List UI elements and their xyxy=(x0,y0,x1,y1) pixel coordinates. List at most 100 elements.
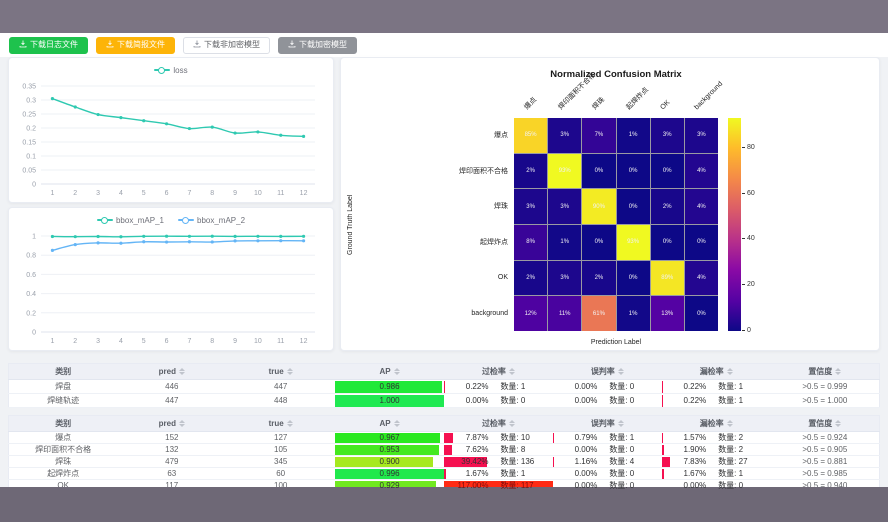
colorbar-tick: 0 xyxy=(742,327,751,334)
download-report-button[interactable]: 下载简报文件 xyxy=(96,37,175,54)
sort-caret-icon[interactable] xyxy=(394,368,400,375)
svg-text:0.6: 0.6 xyxy=(26,272,36,279)
rate-bar xyxy=(444,469,446,479)
matrix-cell: 3% xyxy=(548,261,581,296)
rate-bar xyxy=(444,433,453,443)
sort-caret-icon[interactable] xyxy=(509,368,515,375)
sort-caret-icon[interactable] xyxy=(727,368,733,375)
matrix-cell: 90% xyxy=(582,189,615,224)
legend-item-bbox_mAP_2[interactable]: bbox_mAP_2 xyxy=(178,216,245,225)
table-cell-miss: 1.90%数量: 2 xyxy=(662,444,771,456)
table-header-over[interactable]: 过检率 xyxy=(444,364,553,380)
table-cell-miss: 0.22%数量: 1 xyxy=(662,394,771,408)
svg-text:0.2: 0.2 xyxy=(26,310,36,317)
table-header-pred[interactable]: pred xyxy=(117,364,226,380)
table-row: 焊印面积不合格1321050.9537.62%数量: 80.00%数量: 01.… xyxy=(9,444,880,456)
dashboard: 下载日志文件 下载简报文件 下载非加密模型 下载加密模型 loss 00.050… xyxy=(0,0,888,522)
download-unencrypted-model-label: 下载非加密模型 xyxy=(204,41,260,49)
legend-item-bbox_mAP_1[interactable]: bbox_mAP_1 xyxy=(97,216,164,225)
confusion-matrix-grid: 85%3%7%1%3%3%2%93%0%0%0%4%3%3%90%0%2%4%8… xyxy=(514,118,718,331)
column-label: 类别 xyxy=(55,419,71,428)
sort-caret-icon[interactable] xyxy=(509,420,515,427)
table-cell-pred: 446 xyxy=(117,380,226,394)
table-cell-mis: 0.00%数量: 0 xyxy=(553,394,662,408)
sort-caret-icon[interactable] xyxy=(287,420,293,427)
svg-text:8: 8 xyxy=(210,338,214,345)
confusion-matrix-card: Normalized Confusion Matrix Ground Truth… xyxy=(340,57,880,351)
column-label: pred xyxy=(159,419,176,428)
sort-caret-icon[interactable] xyxy=(835,420,841,427)
matrix-colorbar xyxy=(728,118,741,331)
toolbar: 下载日志文件 下载简报文件 下载非加密模型 下载加密模型 xyxy=(0,33,888,57)
table-cell-over: 1.67%数量: 1 xyxy=(444,468,553,480)
column-label: 置信度 xyxy=(808,419,832,428)
column-label: 过检率 xyxy=(482,367,506,376)
matrix-row-label: 焊珠 xyxy=(343,189,508,225)
download-unencrypted-model-button[interactable]: 下载非加密模型 xyxy=(183,37,270,54)
summary-table-2: 类别predtrueAP过检率误判率漏检率置信度爆点1521270.9677.8… xyxy=(8,415,880,492)
table-header-conf[interactable]: 置信度 xyxy=(771,416,880,432)
table-header-ap[interactable]: AP xyxy=(335,416,444,432)
table-cell-ap: 0.996 xyxy=(335,468,444,480)
matrix-row-label: 爆点 xyxy=(343,118,508,154)
sort-caret-icon[interactable] xyxy=(727,420,733,427)
table-header-pred[interactable]: pred xyxy=(117,416,226,432)
table-cell-true: 447 xyxy=(226,380,335,394)
svg-text:1: 1 xyxy=(32,234,36,241)
sort-caret-icon[interactable] xyxy=(179,420,185,427)
matrix-cell: 1% xyxy=(617,118,650,153)
download-icon xyxy=(288,40,296,50)
svg-text:1: 1 xyxy=(50,338,54,345)
matrix-cell: 0% xyxy=(651,154,684,189)
colorbar-tick: 20 xyxy=(742,281,755,288)
svg-text:3: 3 xyxy=(96,338,100,345)
table-cell-over: 0.22%数量: 1 xyxy=(444,380,553,394)
matrix-cell: 0% xyxy=(685,296,718,331)
table-cell-pred: 63 xyxy=(117,468,226,480)
table-header-mis[interactable]: 误判率 xyxy=(553,364,662,380)
table-header-mis[interactable]: 误判率 xyxy=(553,416,662,432)
column-label: 误判率 xyxy=(591,419,615,428)
download-encrypted-model-button[interactable]: 下载加密模型 xyxy=(278,37,357,54)
loss-chart-card: loss 00.050.10.150.20.250.30.35123456789… xyxy=(8,57,334,203)
summary-table-1: 类别predtrueAP过检率误判率漏检率置信度焊盘4464470.9860.2… xyxy=(8,363,880,408)
table-header-true[interactable]: true xyxy=(226,416,335,432)
matrix-cell: 0% xyxy=(582,225,615,260)
matrix-x-axis-label: Prediction Label xyxy=(514,339,718,346)
column-label: 误判率 xyxy=(591,367,615,376)
column-label: 类别 xyxy=(55,367,71,376)
matrix-col-label: 起焊炸点 xyxy=(625,87,650,112)
sort-caret-icon[interactable] xyxy=(287,368,293,375)
table-cell-cls: 焊珠 xyxy=(9,456,118,468)
svg-text:10: 10 xyxy=(254,190,262,197)
column-label: true xyxy=(269,367,284,376)
sort-caret-icon[interactable] xyxy=(394,420,400,427)
download-icon xyxy=(106,40,114,50)
table-header-conf[interactable]: 置信度 xyxy=(771,364,880,380)
svg-text:2: 2 xyxy=(73,190,77,197)
table-header-ap[interactable]: AP xyxy=(335,364,444,380)
colorbar-tick: 60 xyxy=(742,190,755,197)
table-header-over[interactable]: 过检率 xyxy=(444,416,553,432)
sort-caret-icon[interactable] xyxy=(835,368,841,375)
column-label: true xyxy=(269,419,284,428)
table-cell-true: 105 xyxy=(226,444,335,456)
sort-caret-icon[interactable] xyxy=(618,368,624,375)
legend-item-loss[interactable]: loss xyxy=(154,66,187,75)
matrix-cell: 89% xyxy=(651,261,684,296)
sort-caret-icon[interactable] xyxy=(618,420,624,427)
table-header-cls: 类别 xyxy=(9,364,118,380)
download-log-button[interactable]: 下载日志文件 xyxy=(9,37,88,54)
sort-caret-icon[interactable] xyxy=(179,368,185,375)
matrix-cell: 4% xyxy=(685,261,718,296)
legend-label: loss xyxy=(173,66,187,75)
table-header-true[interactable]: true xyxy=(226,364,335,380)
svg-text:6: 6 xyxy=(165,338,169,345)
matrix-cell: 2% xyxy=(651,189,684,224)
legend-marker-icon xyxy=(154,66,170,74)
table-cell-cls: 爆点 xyxy=(9,432,118,444)
colorbar-tick: 80 xyxy=(742,144,755,151)
table-header-miss[interactable]: 漏检率 xyxy=(662,416,771,432)
table-cell-conf: >0.5 = 1.000 xyxy=(771,394,880,408)
table-header-miss[interactable]: 漏检率 xyxy=(662,364,771,380)
